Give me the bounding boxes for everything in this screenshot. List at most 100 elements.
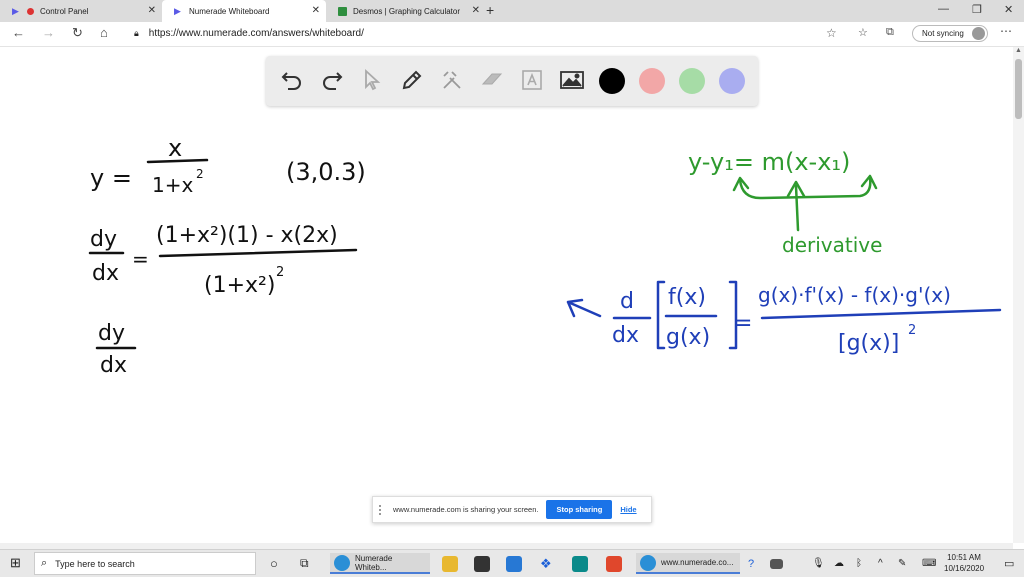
forward-icon[interactable]: → <box>42 25 55 40</box>
taskbar-search[interactable]: ⌕ Type here to search <box>34 552 256 575</box>
sync-button[interactable]: Not syncing <box>912 25 988 42</box>
system-clock[interactable]: 10:51 AM 10/16/2020 <box>944 552 984 574</box>
store-icon[interactable] <box>474 553 490 574</box>
file-explorer-icon[interactable] <box>442 553 458 574</box>
collections-icon[interactable]: ⧉ <box>886 26 894 39</box>
eq2-denominator: (1+x²) <box>204 273 275 298</box>
favorites-bar-icon[interactable]: ☆ <box>858 26 868 39</box>
point-slope-equation: y-y₁= m(x-x₁) <box>688 148 850 176</box>
keyboard-icon[interactable]: ⌨ <box>922 553 936 574</box>
recording-dot-icon <box>27 7 34 15</box>
undo-icon[interactable] <box>278 66 306 94</box>
eq3-numerator: dy <box>98 321 125 346</box>
pen-icon[interactable] <box>398 66 426 94</box>
office-icon[interactable] <box>606 553 622 574</box>
help-icon[interactable]: ? <box>748 553 754 574</box>
quotient-numerator: g(x)·f'(x) - f(x)·g'(x) <box>758 283 951 307</box>
blue-arrow <box>566 298 602 318</box>
close-tab-icon[interactable]: ✕ <box>472 5 480 16</box>
color-red-swatch[interactable] <box>639 68 665 94</box>
microphone-icon[interactable]: 🎙︎ <box>812 553 825 574</box>
scroll-up-icon[interactable]: ▲ <box>1015 47 1022 54</box>
hide-link[interactable]: Hide <box>620 505 636 514</box>
notifications-icon[interactable]: ▭ <box>1004 553 1014 574</box>
mail-icon[interactable] <box>506 553 522 574</box>
office-logo-icon <box>606 555 622 572</box>
quotient-fraction-bar <box>760 308 1002 320</box>
windows-start-icon[interactable]: ⊞ <box>10 555 21 571</box>
bluetooth-icon[interactable]: ᛒ <box>856 553 862 574</box>
cloud-icon[interactable]: ☁ <box>834 553 844 574</box>
tools-icon[interactable] <box>438 66 466 94</box>
taskbar-app-label: www.numerade.co... <box>661 558 734 567</box>
eraser-icon[interactable] <box>478 66 506 94</box>
tab-strip: ▶ Control Panel ✕ ▶ Numerade Whiteboard … <box>0 0 1024 22</box>
dropbox-icon[interactable]: ❖ <box>540 553 552 574</box>
taskbar-app-label: Numerade Whiteb... <box>354 553 393 572</box>
taskbar-app-numerade[interactable]: Numerade Whiteb... <box>330 553 430 574</box>
cortana-icon[interactable]: ○ <box>270 553 278 574</box>
edge-icon <box>334 554 350 571</box>
favorite-star-icon[interactable]: ☆ <box>826 26 837 40</box>
text-icon[interactable] <box>518 66 546 94</box>
eq2-lhs-denominator: dx <box>92 261 119 286</box>
home-icon[interactable]: ⌂ <box>100 25 108 40</box>
clock-date: 10/16/2020 <box>944 564 985 573</box>
eq3-denominator: dx <box>100 353 127 378</box>
scrollbar-thumb[interactable] <box>1015 59 1022 119</box>
app-tile-icon <box>572 555 588 572</box>
new-tab-icon[interactable]: + <box>486 2 494 18</box>
search-icon: ⌕ <box>41 557 48 569</box>
close-tab-icon[interactable]: ✕ <box>148 5 156 16</box>
color-black-swatch[interactable] <box>599 68 625 94</box>
screen-share-tray-icon[interactable] <box>770 553 783 574</box>
quotient-g: g(x) <box>666 325 710 350</box>
taskbar: ⊞ ⌕ Type here to search ○ ⧉ Numerade Whi… <box>0 549 1024 577</box>
tray-chevron-icon[interactable]: ^ <box>878 553 883 574</box>
bag-icon <box>474 555 490 572</box>
derivative-label: derivative <box>782 233 882 257</box>
address-bar[interactable]: 🔒︎ https://www.numerade.com/answers/whit… <box>126 24 846 43</box>
numerade-favicon-icon: ▶ <box>174 5 181 16</box>
pointer-icon[interactable] <box>358 66 386 94</box>
task-view-icon[interactable]: ⧉ <box>300 553 309 574</box>
eq2-den-exponent: 2 <box>276 265 284 280</box>
lock-icon: 🔒︎ <box>134 28 139 38</box>
whiteboard-canvas[interactable]: y = x 1+x 2 (3,0.3) dy dx = (1+x²)(1) - … <box>0 47 1013 543</box>
quotient-den-exponent: 2 <box>908 323 916 338</box>
pen-workspace-icon[interactable]: ✎ <box>898 553 906 574</box>
monitor-icon <box>770 558 783 569</box>
maximize-icon[interactable]: ❐ <box>972 3 982 16</box>
menu-icon[interactable]: ⋯ <box>1000 24 1012 38</box>
tab-label: Desmos | Graphing Calculator <box>353 6 461 16</box>
close-tab-icon[interactable]: ✕ <box>312 5 320 16</box>
tab-desmos[interactable]: Desmos | Graphing Calculator ✕ <box>326 0 486 22</box>
eq1-numerator: x <box>168 134 182 162</box>
reload-icon[interactable]: ↻ <box>72 25 83 41</box>
derivative-arrows <box>732 174 878 232</box>
redo-icon[interactable] <box>318 66 346 94</box>
color-green-swatch[interactable] <box>679 68 705 94</box>
quotient-f: f(x) <box>668 285 706 310</box>
numerade-favicon-icon: ▶ <box>12 5 19 16</box>
point-label: (3,0.3) <box>286 158 366 186</box>
eq2-fraction-bar <box>158 248 358 258</box>
close-window-icon[interactable]: ✕ <box>1004 3 1013 16</box>
color-blue-swatch[interactable] <box>719 68 745 94</box>
url-text: https://www.numerade.com/answers/whitebo… <box>148 28 364 39</box>
sync-label: Not syncing <box>922 29 964 38</box>
tab-numerade-whiteboard[interactable]: ▶ Numerade Whiteboard ✕ <box>162 0 326 22</box>
tab-control-panel[interactable]: ▶ Control Panel ✕ <box>0 0 162 22</box>
minimize-icon[interactable]: — <box>938 3 949 15</box>
stop-sharing-button[interactable]: Stop sharing <box>546 500 613 519</box>
back-icon[interactable]: ← <box>12 25 25 40</box>
sharepoint-icon[interactable] <box>572 553 588 574</box>
vertical-scrollbar[interactable]: ▲ <box>1013 47 1024 543</box>
image-icon[interactable] <box>558 66 586 94</box>
edge-icon <box>640 554 656 571</box>
quotient-dx: dx <box>612 323 639 348</box>
drag-handle-icon[interactable] <box>379 504 385 515</box>
eq1-denominator: 1+x <box>152 173 193 197</box>
quotient-denominator: [g(x)] <box>838 331 899 356</box>
taskbar-app-numerade-2[interactable]: www.numerade.co... <box>636 553 740 574</box>
